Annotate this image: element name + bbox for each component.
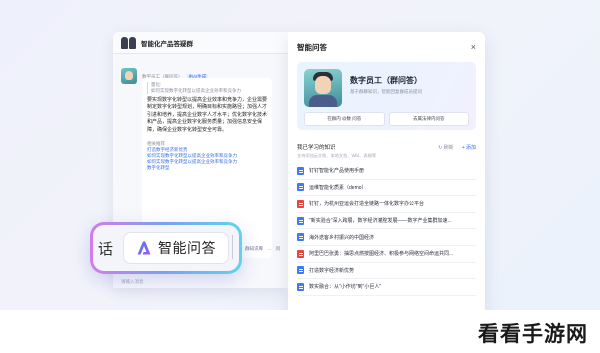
knowledge-hint: 支持添加云文档、本地文档、Wiki、表格等 <box>297 153 377 158</box>
pdf-file-icon <box>297 249 304 258</box>
knowledge-item[interactable]: 钉钉智能化产品使用手册 <box>297 163 476 180</box>
doc-file-icon <box>297 183 304 192</box>
knowledge-actions: ↻ 刷新 + 添加 <box>438 144 476 151</box>
quoted-question: 量化: 如何实现数字化转型以提高企业效率和竞争力 <box>147 82 267 94</box>
pill-left-fragment: 话 <box>97 240 113 258</box>
knowledge-item-title: 打造数字经济新优势 <box>309 267 355 274</box>
toolbar-ask[interactable]: 问 <box>276 246 281 252</box>
agent-buttons: 在群内 @数 问答 去属法律内问答 <box>304 112 469 127</box>
knowledge-item-title: 数实融合：从"小作坊"到"小巨人" <box>309 284 382 291</box>
knowledge-item[interactable]: "新实验合"深入跨展，数字经济灌腔发展——数字产业集群加速... <box>297 213 476 230</box>
answer-text: 要实现数字化转型以提高企业效率和竞争力，企业需要制定数字化转型规划，明确目标和实… <box>147 97 268 133</box>
group-avatar[interactable] <box>121 36 137 49</box>
related-link[interactable]: 数字化转型 <box>147 165 267 171</box>
knowledge-item-title: 阿里巴巴张勇：抽思点燃按图经济、积极参与网络空间命运共同... <box>309 251 454 258</box>
add-knowledge-button[interactable]: + 添加 <box>462 144 476 151</box>
knowledge-item-title: "新实验合"深入跨展，数字经济灌腔发展——数字产业集群加速... <box>309 218 452 225</box>
smart-qa-panel: 智能问答 × 数字员工（群问答） 基于群聊知识，智能回复群成员提问 在群内 @数… <box>288 32 485 325</box>
knowledge-item-title: 海外迭客乡村振兴的中国经济 <box>309 234 375 241</box>
agent-name: 数字员工（群问答） <box>350 76 422 85</box>
chat-header: 智能化产品答疑群 <box>113 32 288 54</box>
pill-inner: 话 智能问答 <box>93 225 239 271</box>
doc-file-icon <box>297 266 304 275</box>
knowledge-item[interactable]: 运维智能化质素（demo） <box>297 180 476 197</box>
chat-input[interactable]: 请输入消息 <box>121 279 144 285</box>
knowledge-item-title: 钉钉智能化产品使用手册 <box>309 168 365 175</box>
pdf-file-icon <box>297 199 304 208</box>
toolbar-more[interactable]: … <box>267 246 272 252</box>
knowledge-item[interactable]: 数实融合：从"小作坊"到"小巨人" <box>297 279 476 296</box>
ask-in-group-button[interactable]: 在群内 @数 问答 <box>304 112 385 126</box>
agent-card: 数字员工（群问答） 基于群聊知识，智能回复群成员提问 在群内 @数 问答 去属法… <box>297 62 476 130</box>
pill-divider <box>232 235 233 259</box>
knowledge-item-title: 运维智能化质素（demo） <box>309 184 367 191</box>
doc-file-icon <box>297 166 304 175</box>
agent-avatar <box>304 69 342 107</box>
knowledge-item[interactable]: 海外迭客乡村振兴的中国经济 <box>297 229 476 246</box>
close-icon[interactable]: × <box>471 42 476 52</box>
ai-logo-icon <box>137 241 151 255</box>
doc-file-icon <box>297 282 304 291</box>
panel-header: 智能问答 × <box>288 32 485 62</box>
doc-file-icon <box>297 216 304 225</box>
panel-title: 智能问答 <box>297 42 327 52</box>
knowledge-header: 我已学习的知识 ↻ 刷新 + 添加 <box>297 143 476 152</box>
bot-avatar[interactable] <box>121 68 137 84</box>
knowledge-title: 我已学习的知识 <box>297 145 336 151</box>
chat-toolbar: 群知识库 … 问 <box>245 246 280 252</box>
agent-description: 基于群聊知识，智能回复群成员提问 <box>350 89 422 94</box>
knowledge-list: 钉钉智能化产品使用手册 运维智能化质素（demo） 钉钉，为杭州亚运会打造全链路一体… <box>288 163 485 296</box>
knowledge-item[interactable]: 阿里巴巴张勇：抽思点燃按图经济、积极参与网络空间命运共同... <box>297 246 476 263</box>
smart-qa-button[interactable]: 智能问答 <box>123 232 229 264</box>
smart-qa-highlight: 话 智能问答 <box>90 222 242 274</box>
watermark-brand: 看看手游网 <box>478 322 588 346</box>
knowledge-item[interactable]: 打造数字经济新优势 <box>297 263 476 280</box>
quote-text: 如何实现数字化转型以提高企业效率和竞争力 <box>151 88 241 93</box>
doc-file-icon <box>297 233 304 242</box>
ask-privately-button[interactable]: 去属法律内问答 <box>388 112 469 126</box>
chat-group-name: 智能化产品答疑群 <box>141 40 193 48</box>
knowledge-item-title: 钉钉，为杭州亚运会打造全链路一体化数字办公平台 <box>309 201 425 208</box>
refresh-button[interactable]: ↻ 刷新 <box>438 144 454 151</box>
smart-qa-label: 智能问答 <box>158 240 216 256</box>
knowledge-item[interactable]: 钉钉，为杭州亚运会打造全链路一体化数字办公平台 <box>297 196 476 213</box>
toolbar-knowledge-base[interactable]: 群知识库 <box>245 246 263 252</box>
